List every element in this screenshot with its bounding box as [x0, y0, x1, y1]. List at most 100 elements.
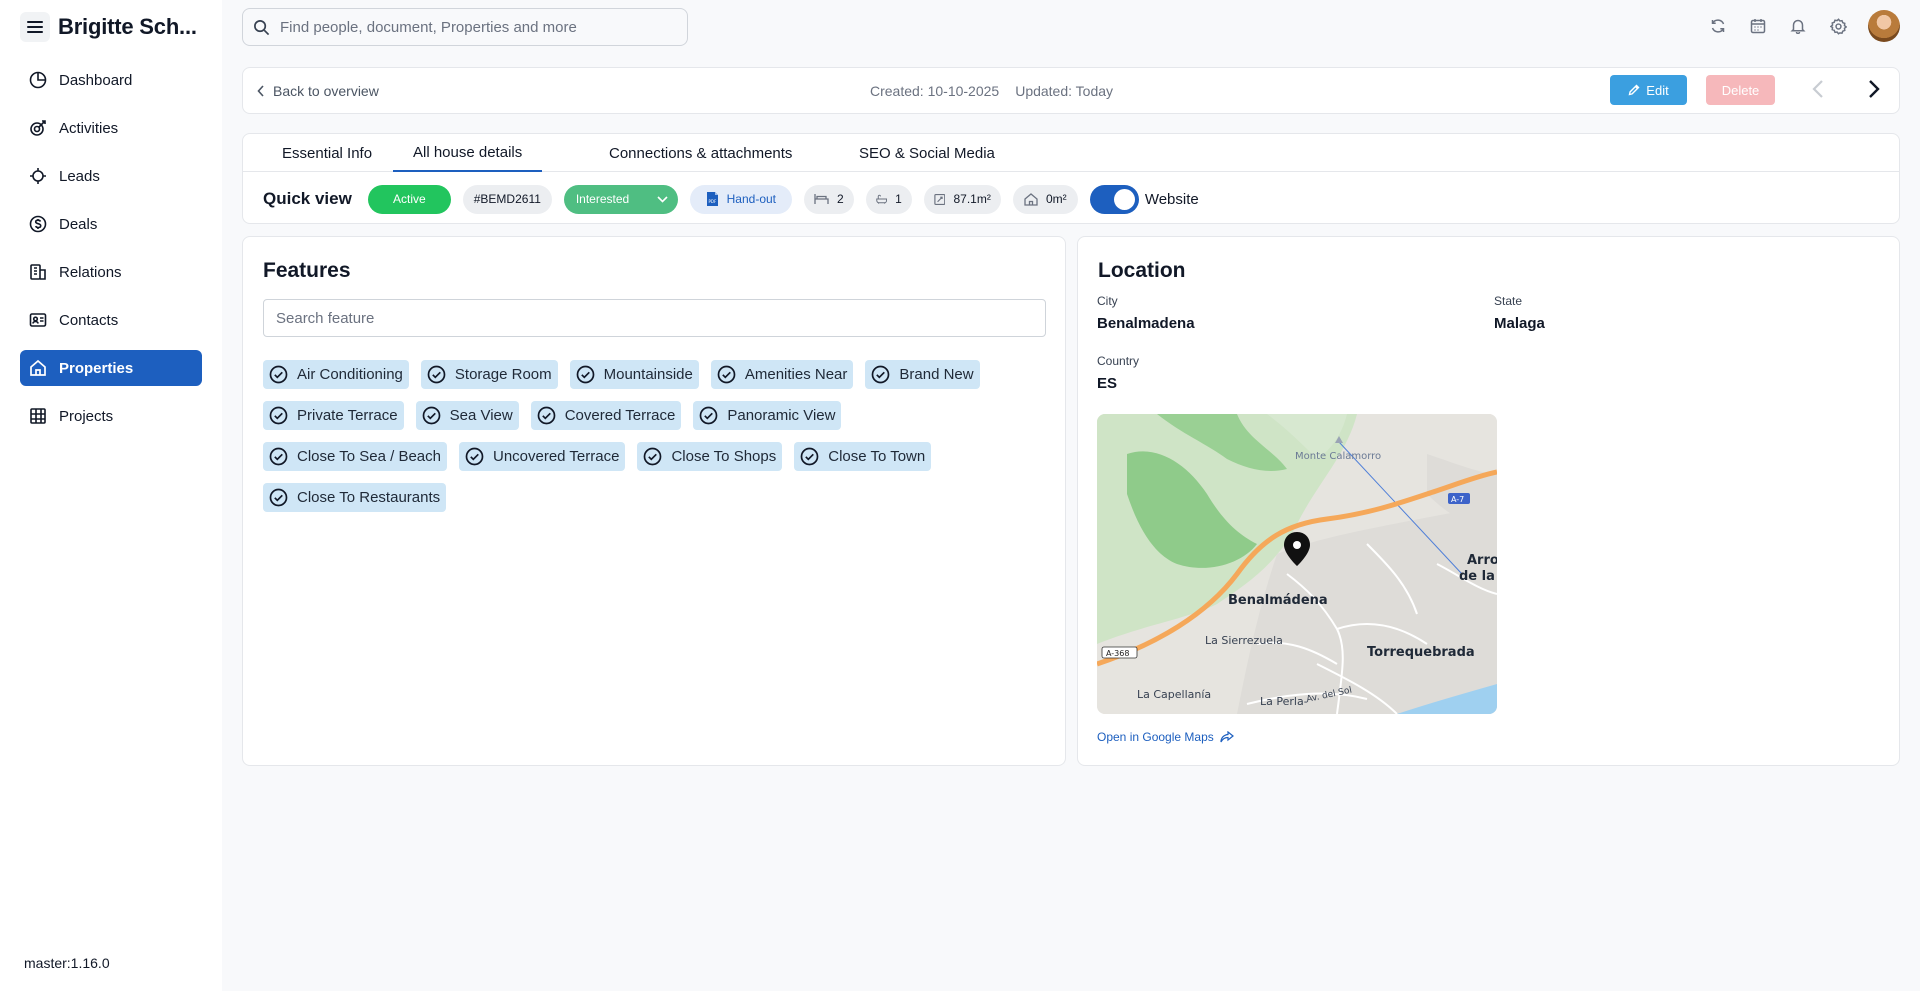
map-label-a7: A-7 [1451, 495, 1464, 504]
tab-bar: Essential Info All house details Connect… [243, 134, 1899, 172]
pencil-icon [1628, 84, 1640, 96]
website-toggle[interactable] [1089, 184, 1139, 214]
map-canvas: Monte Calamorro A-7 A-368 Benalmádena La… [1097, 414, 1497, 714]
feature-chip-label: Sea View [449, 407, 513, 424]
feature-row: Close To Sea / Beach Uncovered Terrace Clo… [263, 442, 1053, 471]
sidebar-item-projects[interactable]: Projects [20, 398, 202, 434]
map-label-area2: Torrequebrada [1367, 645, 1475, 660]
search-icon [254, 19, 270, 35]
feature-search-input[interactable] [263, 299, 1046, 337]
user-name[interactable]: Brigitte Sch... [58, 14, 197, 40]
home-icon [30, 359, 46, 376]
bedrooms-badge: 2 [803, 184, 854, 214]
feature-chip[interactable]: Close To Restaurants [263, 483, 447, 512]
check-circle-icon [427, 365, 446, 384]
check-circle-icon [269, 365, 288, 384]
feature-chip-label: Air Conditioning [297, 366, 403, 383]
feature-chip[interactable]: Close To Shops [637, 442, 783, 471]
back-to-overview-link[interactable]: Back to overview [257, 68, 379, 113]
feature-chip-label: Mountainside [603, 366, 693, 383]
feature-chip[interactable]: Close To Town [794, 442, 932, 471]
calendar-button[interactable] [1748, 16, 1768, 36]
country-value: ES [1097, 375, 1118, 392]
map-label-a368: A-368 [1106, 649, 1129, 658]
interest-dropdown[interactable]: Interested [563, 184, 678, 214]
sidebar-nav: Dashboard Activities Leads Deals Relatio… [20, 62, 202, 446]
sidebar-item-label: Leads [59, 167, 100, 185]
chevron-down-icon [657, 195, 668, 203]
edit-label: Edit [1646, 82, 1669, 98]
sidebar-item-activities[interactable]: Activities [20, 110, 202, 146]
sidebar-item-deals[interactable]: Deals [20, 206, 202, 242]
svg-text:PDF: PDF [708, 199, 716, 204]
settings-button[interactable] [1828, 16, 1848, 36]
sidebar-item-dashboard[interactable]: Dashboard [20, 62, 202, 98]
edit-button[interactable]: Edit [1610, 75, 1687, 105]
handout-button[interactable]: PDF Hand-out [689, 184, 792, 214]
tab-seo-social-media[interactable]: SEO & Social Media [859, 134, 995, 172]
city-label: City [1097, 294, 1118, 308]
sidebar-item-relations[interactable]: Relations [20, 254, 202, 290]
open-in-google-maps-link[interactable]: Open in Google Maps [1097, 730, 1234, 744]
feature-chip[interactable]: Covered Terrace [530, 401, 682, 430]
hamburger-menu-button[interactable] [20, 12, 50, 42]
notifications-button[interactable] [1788, 16, 1808, 36]
status-badge[interactable]: Active [367, 184, 451, 214]
state-value: Malaga [1494, 315, 1545, 332]
previous-record-button[interactable] [1811, 79, 1825, 99]
share-arrow-icon [1220, 731, 1234, 743]
feature-chip[interactable]: Sea View [415, 401, 519, 430]
feature-chip[interactable]: Private Terrace [263, 401, 404, 430]
global-search[interactable] [242, 8, 688, 46]
delete-button[interactable]: Delete [1706, 75, 1775, 105]
feature-chip[interactable]: Amenities Near [710, 360, 854, 389]
quick-view-label: Quick view [263, 189, 352, 208]
updated-date: Updated: Today [1015, 82, 1114, 99]
feature-chip[interactable]: Air Conditioning [263, 360, 409, 389]
tab-connections-attachments[interactable]: Connections & attachments [609, 134, 792, 172]
feature-chips: Air Conditioning Storage Room Mountainside… [263, 360, 1053, 524]
tab-essential-info[interactable]: Essential Info [282, 134, 372, 172]
check-circle-icon [800, 447, 819, 466]
dashboard-icon [29, 71, 47, 89]
check-circle-icon [576, 365, 594, 384]
search-input[interactable] [280, 18, 660, 36]
location-map[interactable]: Monte Calamorro A-7 A-368 Benalmádena La… [1097, 414, 1497, 714]
sidebar-item-properties[interactable]: Properties [20, 350, 202, 386]
built-area-badge: 87.1m² [923, 184, 1001, 214]
feature-chip[interactable]: Panoramic View [693, 401, 842, 430]
sidebar-item-leads[interactable]: Leads [20, 158, 202, 194]
feature-chip[interactable]: Close To Sea / Beach [263, 442, 447, 471]
feature-chip[interactable]: Mountainside [569, 360, 699, 389]
contacts-icon [29, 313, 47, 327]
bathrooms-badge: 1 [865, 184, 912, 214]
feature-chip[interactable]: Brand New [865, 360, 980, 389]
feature-chip[interactable]: Uncovered Terrace [458, 442, 626, 471]
features-panel: Features Air Conditioning Storage Room Mou… [242, 236, 1066, 766]
bathrooms-value: 1 [895, 192, 902, 206]
location-panel: Location City Benalmadena State Malaga C… [1077, 236, 1900, 766]
bath-icon [876, 194, 887, 204]
record-toolbar: Back to overview Created: 10-10-2025 Upd… [242, 67, 1900, 114]
next-record-button[interactable] [1867, 79, 1881, 99]
created-date: Created: 10-10-2025 [870, 82, 1000, 99]
maps-link-label: Open in Google Maps [1097, 730, 1214, 744]
map-label-edge2: de la l [1459, 569, 1497, 584]
avatar[interactable] [1868, 10, 1900, 42]
sync-button[interactable] [1708, 16, 1728, 36]
sidebar-item-label: Activities [59, 119, 119, 137]
tab-all-house-details[interactable]: All house details [393, 134, 543, 172]
feature-chip-label: Amenities Near [744, 366, 848, 383]
check-circle-icon [269, 447, 288, 466]
feature-chip-label: Storage Room [454, 366, 552, 383]
sidebar-item-contacts[interactable]: Contacts [20, 302, 202, 338]
feature-chip[interactable]: Storage Room [420, 360, 558, 389]
check-circle-icon [644, 447, 662, 466]
sidebar-item-label: Contacts [59, 311, 119, 329]
record-dates: Created: 10-10-2025 Updated: Today [870, 68, 1113, 113]
feature-row: Close To Restaurants [263, 483, 1053, 512]
plot-area-value: 0m² [1045, 192, 1067, 206]
bed-icon [814, 194, 829, 204]
built-area-value: 87.1m² [953, 192, 991, 206]
house-icon [1024, 192, 1038, 206]
